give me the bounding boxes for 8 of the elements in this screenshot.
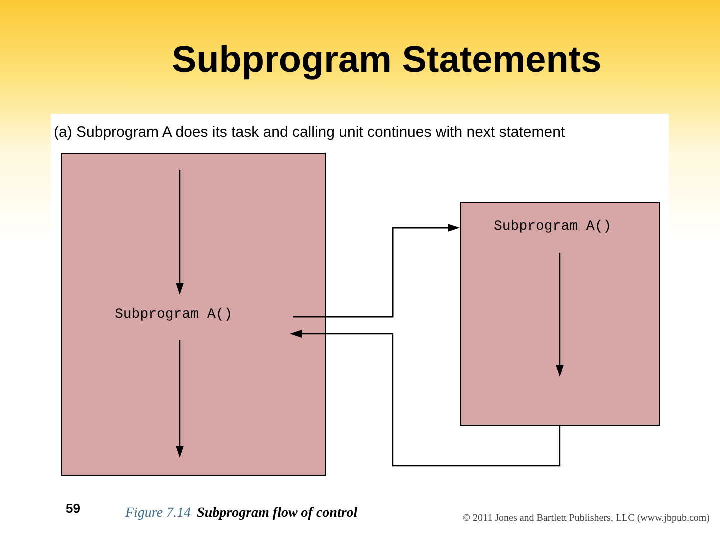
subprogram-heading: Subprogram A() xyxy=(494,218,612,236)
figure-caption: (a) Subprogram A does its task and calling unit continues with next statement xyxy=(54,124,566,142)
call-statement: Subprogram A() xyxy=(115,306,233,324)
page-number: 59 xyxy=(66,500,80,518)
copyright-notice: © 2011 Jones and Bartlett Publishers, LLC (www.jbpub.com) xyxy=(462,512,710,526)
slide-title: Subprogram Statements xyxy=(172,38,602,82)
figure-number: Figure 7.14 xyxy=(125,505,192,523)
figure-title: Subprogram flow of control xyxy=(197,505,358,523)
